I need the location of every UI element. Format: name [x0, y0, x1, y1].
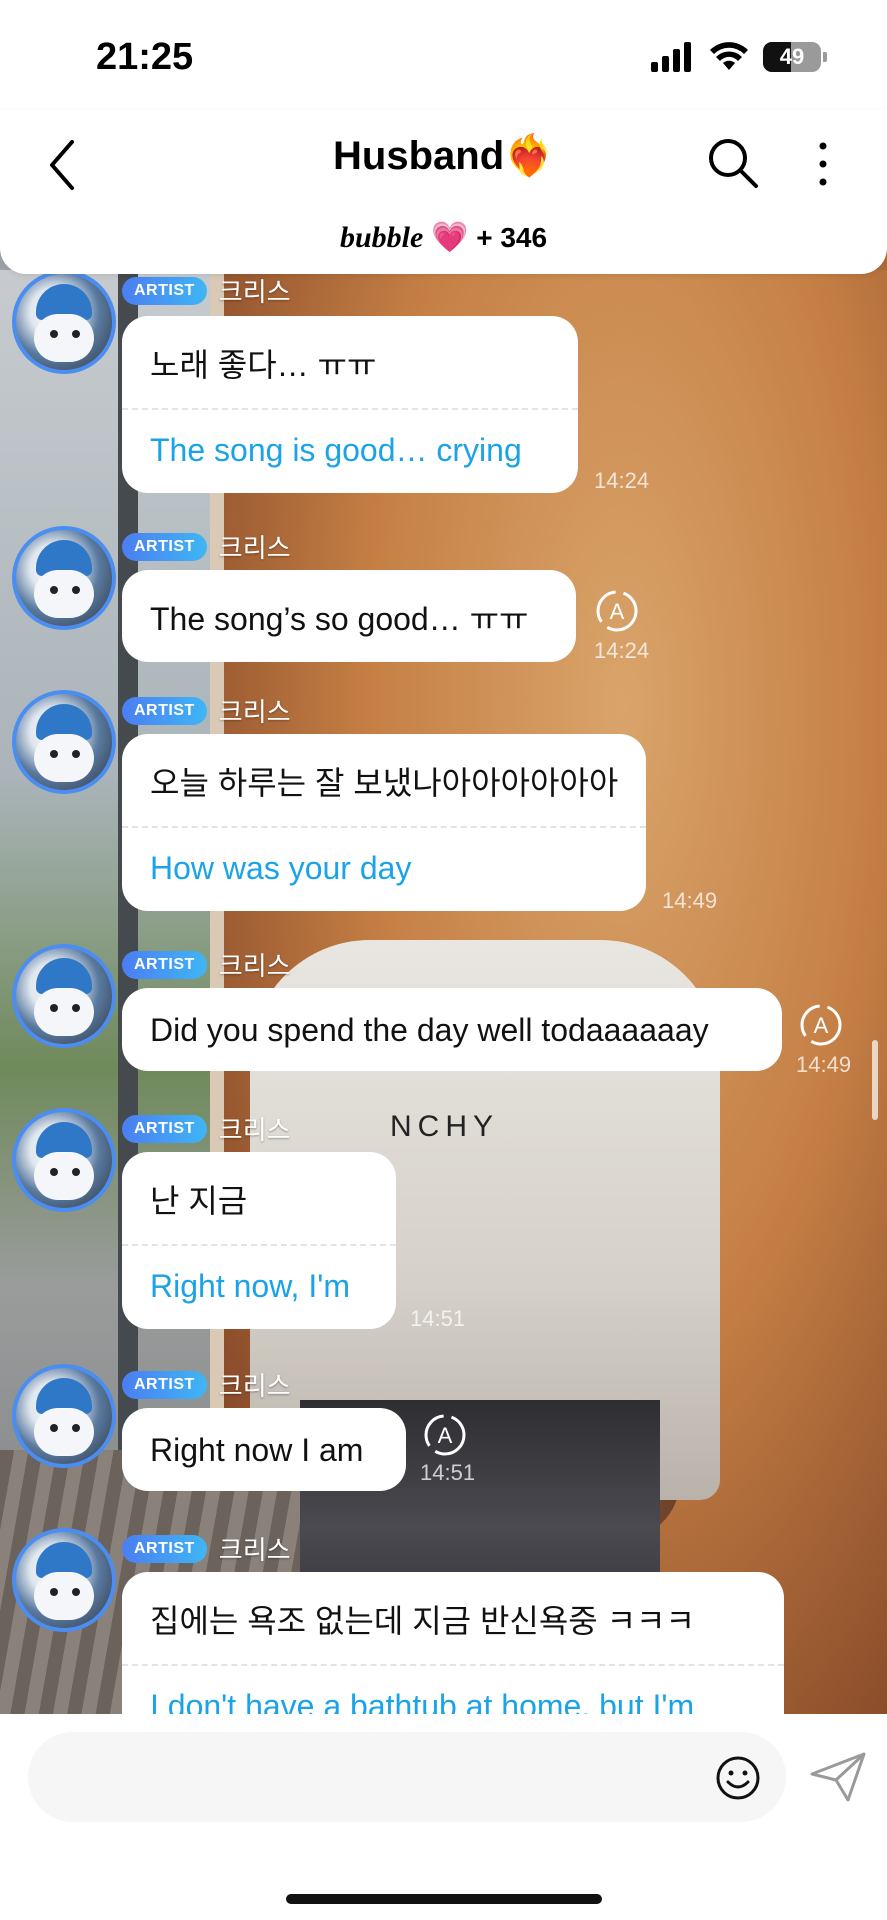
- auto-translate-icon[interactable]: A: [594, 588, 640, 634]
- message-original-text: 집에는 욕조 없는데 지금 반신욕중 ㅋㅋㅋ: [150, 1603, 695, 1639]
- status-time: 21:25: [96, 36, 194, 78]
- auto-translate-icon[interactable]: A: [798, 1002, 844, 1048]
- sender-name: 크리스: [218, 697, 291, 727]
- message-original-text: Did you spend the day well todaaaaaay: [150, 1012, 709, 1048]
- battery-percent: 49: [779, 44, 805, 69]
- sender-row: ARTIST 크리스: [122, 1530, 291, 1567]
- sender-row: ARTIST 크리스: [122, 946, 291, 983]
- message-bubble[interactable]: 노래 좋다… ㅠㅠ The song is good… crying: [122, 316, 578, 493]
- sender-row: ARTIST 크리스: [122, 274, 291, 309]
- artist-badge: ARTIST: [122, 1534, 207, 1563]
- sender-name: 크리스: [218, 1535, 291, 1565]
- message-original-text: Right now I am: [150, 1432, 364, 1468]
- message-list[interactable]: ARTIST 크리스 노래 좋다… ㅠㅠ The song is good… c…: [0, 274, 887, 1714]
- search-icon[interactable]: [704, 134, 764, 194]
- avatar[interactable]: [12, 1364, 116, 1468]
- sender-row: ARTIST 크리스: [122, 1366, 291, 1403]
- message-translation-text: Right now, I'm: [150, 1268, 350, 1304]
- sender-name: 크리스: [218, 1371, 291, 1401]
- message-translation-text: How was your day: [150, 850, 412, 886]
- message-time: 14:24: [594, 638, 650, 663]
- message-bubble[interactable]: 집에는 욕조 없는데 지금 반신욕중 ㅋㅋㅋ I don't have a ba…: [122, 1572, 784, 1714]
- sender-name: 크리스: [218, 951, 291, 981]
- sender-name: 크리스: [218, 1115, 291, 1145]
- home-indicator[interactable]: [286, 1894, 602, 1904]
- status-icons: 49: [651, 42, 827, 72]
- emoji-icon[interactable]: [714, 1754, 762, 1802]
- message-input[interactable]: [28, 1732, 786, 1822]
- message-time: 14:51: [420, 1460, 476, 1485]
- message-translation-text: The song is good… crying: [150, 432, 522, 468]
- message-translation-text: I don't have a bathtub at home, but I'm: [150, 1688, 695, 1714]
- message-original-text: The song’s so good… ㅠㅠ: [150, 601, 529, 637]
- message-bubble[interactable]: Did you spend the day well todaaaaaay: [122, 988, 782, 1071]
- send-icon[interactable]: [808, 1750, 868, 1804]
- chat-header: Husband❤️‍🔥 bubble 💗 + 346: [0, 110, 887, 274]
- follower-count: + 346: [476, 222, 548, 253]
- artist-badge: ARTIST: [122, 696, 207, 725]
- sender-name: 크리스: [218, 277, 291, 307]
- status-bar: 21:25 49: [0, 0, 887, 110]
- avatar[interactable]: [12, 526, 116, 630]
- message-time: 14:24: [594, 468, 650, 493]
- message-time: 14:49: [796, 1052, 852, 1077]
- sender-name: 크리스: [218, 533, 291, 563]
- bubble-subscriber-line: bubble 💗 + 346: [0, 220, 887, 255]
- heart-on-fire-emoji: ❤️‍🔥: [504, 134, 554, 178]
- message-input-bar: [0, 1714, 887, 1920]
- sender-row: ARTIST 크리스: [122, 1110, 291, 1147]
- message-bubble[interactable]: Right now I am: [122, 1408, 406, 1491]
- message-bubble[interactable]: The song’s so good… ㅠㅠ: [122, 570, 576, 662]
- pink-heart-icon: 💗: [431, 221, 469, 254]
- message-bubble[interactable]: 오늘 하루는 잘 보냈나아아아아아아 How was your day: [122, 734, 646, 911]
- artist-badge: ARTIST: [122, 950, 207, 979]
- auto-translate-icon[interactable]: A: [422, 1412, 468, 1458]
- scrollbar-thumb[interactable]: [872, 1040, 878, 1120]
- bubble-logo: bubble: [339, 221, 424, 254]
- svg-text:A: A: [814, 1013, 829, 1038]
- artist-badge: ARTIST: [122, 276, 207, 305]
- artist-badge: ARTIST: [122, 532, 207, 561]
- avatar[interactable]: [12, 690, 116, 794]
- avatar[interactable]: [12, 944, 116, 1048]
- artist-badge: ARTIST: [122, 1114, 207, 1143]
- message-original-text: 노래 좋다… ㅠㅠ: [150, 347, 377, 383]
- avatar[interactable]: [12, 274, 116, 374]
- cellular-signal-icon: [651, 42, 691, 72]
- sender-row: ARTIST 크리스: [122, 692, 291, 729]
- chat-title-text: Husband: [333, 134, 505, 178]
- sender-row: ARTIST 크리스: [122, 528, 291, 565]
- battery-tip: [823, 52, 827, 62]
- avatar[interactable]: [12, 1528, 116, 1632]
- message-bubble[interactable]: 난 지금 Right now, I'm: [122, 1152, 396, 1329]
- avatar[interactable]: [12, 1108, 116, 1212]
- artist-badge: ARTIST: [122, 1370, 207, 1399]
- svg-text:A: A: [438, 1423, 453, 1448]
- svg-text:A: A: [610, 599, 625, 624]
- more-options-icon[interactable]: [808, 134, 838, 194]
- message-time: 14:51: [410, 1306, 466, 1331]
- message-time: 14:49: [662, 888, 718, 913]
- wifi-icon: [710, 42, 748, 70]
- message-original-text: 오늘 하루는 잘 보냈나아아아아아아: [150, 765, 619, 801]
- battery-icon: 49: [763, 42, 821, 72]
- message-original-text: 난 지금: [150, 1183, 248, 1219]
